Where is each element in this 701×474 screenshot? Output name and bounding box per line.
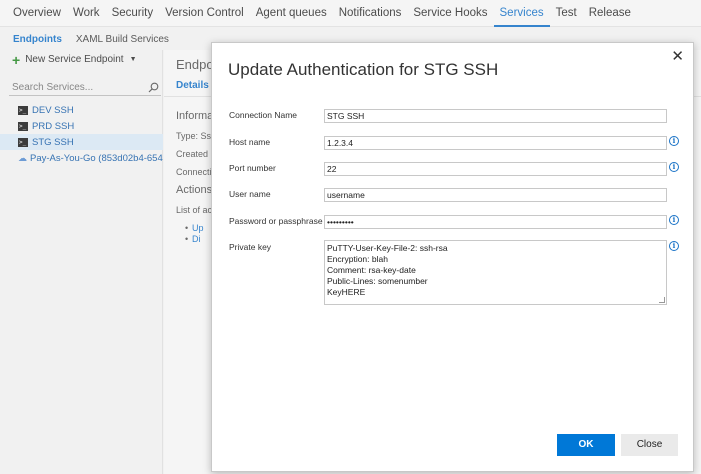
port-number-row: Port number 22 i [228, 162, 688, 178]
private-key-line: Public-Lines: somenumber [327, 276, 428, 286]
password-row: Password or passphrase ••••••••• i [228, 215, 688, 231]
host-name-row: Host name 1.2.3.4 i [228, 136, 688, 152]
close-icon[interactable]: ✕ [671, 49, 684, 64]
private-key-line: Comment: rsa-key-date [327, 265, 416, 275]
dialog-title: Update Authentication for STG SSH [228, 60, 499, 79]
field-label: User name [229, 189, 271, 199]
field-label: Private key [229, 242, 272, 252]
private-key-line: Encryption: blah [327, 254, 388, 264]
field-label: Password or passphrase [229, 216, 323, 226]
info-icon[interactable]: i [669, 215, 679, 225]
update-authentication-dialog: ✕ Update Authentication for STG SSH Conn… [211, 42, 694, 472]
field-label: Port number [229, 163, 276, 173]
private-key-line: KeyHERE [327, 287, 366, 297]
password-field[interactable]: ••••••••• [324, 215, 667, 229]
info-icon[interactable]: i [669, 162, 679, 172]
field-label: Connection Name [229, 110, 298, 120]
private-key-line: PuTTY-User-Key-File-2: ssh-rsa [327, 243, 448, 253]
close-button[interactable]: Close [621, 434, 678, 456]
private-key-textarea[interactable]: PuTTY-User-Key-File-2: ssh-rsa Encryptio… [324, 240, 667, 305]
port-number-field[interactable]: 22 [324, 162, 667, 176]
host-name-field[interactable]: 1.2.3.4 [324, 136, 667, 150]
ok-button[interactable]: OK [557, 434, 615, 456]
connection-name-field[interactable]: STG SSH [324, 109, 667, 123]
user-name-row: User name username [228, 188, 688, 204]
connection-name-row: Connection Name STG SSH [228, 109, 688, 125]
info-icon[interactable]: i [669, 241, 679, 251]
user-name-field[interactable]: username [324, 188, 667, 202]
info-icon[interactable]: i [669, 136, 679, 146]
resize-grip[interactable] [659, 297, 665, 303]
field-label: Host name [229, 137, 271, 147]
